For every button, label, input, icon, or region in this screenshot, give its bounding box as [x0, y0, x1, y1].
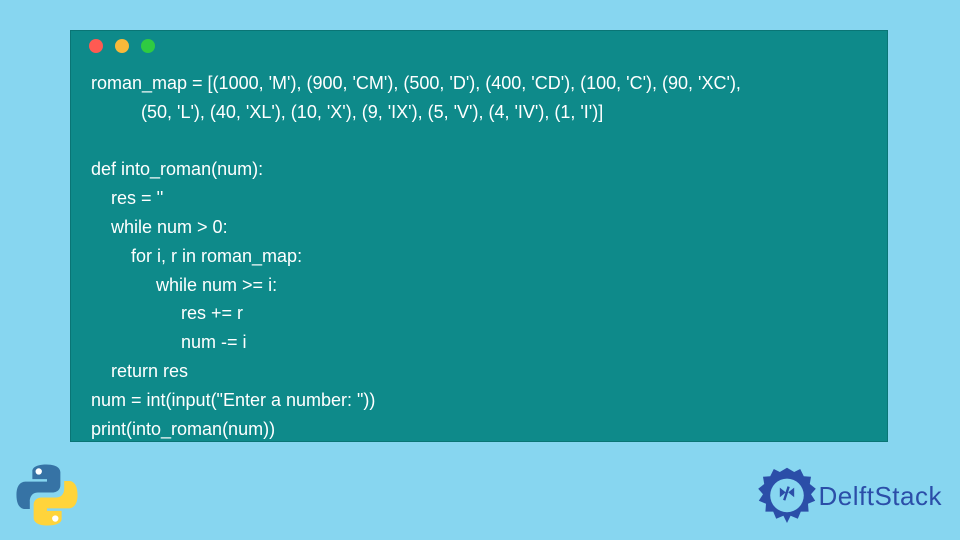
window-titlebar [71, 31, 887, 61]
code-line: (50, 'L'), (40, 'XL'), (10, 'X'), (9, 'I… [91, 102, 603, 122]
code-line: res += r [91, 303, 243, 323]
python-logo-icon [12, 460, 82, 530]
code-line: print(into_roman(num)) [91, 419, 275, 439]
minimize-icon [115, 39, 129, 53]
code-line: return res [91, 361, 188, 381]
code-line: while num > 0: [91, 217, 228, 237]
brand-badge: DelftStack [757, 466, 943, 526]
delftstack-gear-icon [757, 466, 817, 526]
code-line: roman_map = [(1000, 'M'), (900, 'CM'), (… [91, 73, 741, 93]
code-line: res = '' [91, 188, 163, 208]
brand-name: DelftStack [819, 481, 943, 512]
code-line: num -= i [91, 332, 247, 352]
close-icon [89, 39, 103, 53]
maximize-icon [141, 39, 155, 53]
code-line: num = int(input("Enter a number: ")) [91, 390, 375, 410]
code-line: def into_roman(num): [91, 159, 263, 179]
code-line: while num >= i: [91, 275, 277, 295]
code-block: roman_map = [(1000, 'M'), (900, 'CM'), (… [71, 61, 887, 443]
code-line: for i, r in roman_map: [91, 246, 302, 266]
code-window: roman_map = [(1000, 'M'), (900, 'CM'), (… [70, 30, 888, 442]
